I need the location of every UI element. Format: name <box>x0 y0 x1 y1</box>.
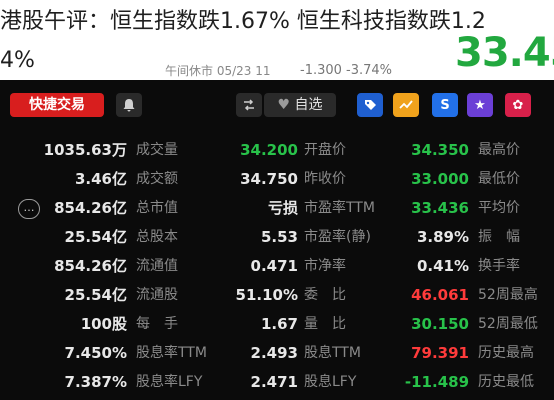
left-stat-value: 854.26亿 <box>54 257 127 275</box>
middle-stat-value: 5.53 <box>260 228 298 246</box>
middle-stat-value: 2.471 <box>250 373 298 391</box>
middle-stat-label: 昨收价 <box>304 171 346 187</box>
right-stat-value: 79.391 <box>411 344 469 362</box>
add-watchlist-button[interactable]: ♥ 自选 <box>264 93 336 117</box>
left-stat-value: 1035.63万 <box>43 141 127 159</box>
change-readout: -1.300 -3.74% <box>300 63 393 78</box>
right-stat-label: 最高价 <box>478 142 520 158</box>
stats-row: 25.54亿 总股本 5.53 市盈率(静) 3.89% 振 幅 <box>0 223 554 252</box>
right-stat-label: 52周最低 <box>478 316 538 332</box>
right-stat-value: 33.436 <box>411 199 469 217</box>
left-stat-value: 7.450% <box>64 344 127 362</box>
middle-stat-value: 1.67 <box>260 315 298 333</box>
right-stat-label: 52周最高 <box>478 287 538 303</box>
right-stat-label: 平均价 <box>478 200 520 216</box>
heart-icon: ♥ <box>277 97 291 113</box>
middle-stat-label: 市净率 <box>304 258 346 274</box>
stats-row: 25.54亿 流通股 51.10% 委 比 46.061 52周最高 <box>0 281 554 310</box>
middle-stat-value: 2.493 <box>250 344 298 362</box>
left-stat-value: 3.46亿 <box>74 170 127 188</box>
star-icon[interactable]: ★ <box>467 93 493 117</box>
left-stat-label: 股息率TTM <box>136 345 207 361</box>
right-stat-value: 34.350 <box>411 141 469 159</box>
left-stat-label: 成交量 <box>136 142 178 158</box>
headline-line-2: 4% <box>0 48 35 73</box>
right-stat-label: 换手率 <box>478 258 520 274</box>
stats-row: 100股每 手 1.67 量 比 30.150 52周最低 <box>0 310 554 339</box>
left-stat-value: 25.54亿 <box>64 228 127 246</box>
stats-row: 7.450% 股息率TTM 2.493 股息TTM 79.391 历史最高 <box>0 339 554 368</box>
headline-line-1: 港股午评：恒生指数跌1.67% 恒生科技指数跌1.2 <box>0 9 486 34</box>
trend-icon[interactable] <box>393 93 419 117</box>
bell-icon[interactable] <box>116 93 142 117</box>
right-stat-label: 最低价 <box>478 171 520 187</box>
flower-icon[interactable]: ✿ <box>505 93 531 117</box>
middle-stat-label: 开盘价 <box>304 142 346 158</box>
stats-row: 7.387% 股息率LFY 2.471 股息LFY -11.489 历史最低 <box>0 368 554 397</box>
left-stat-label: 流通股 <box>136 287 178 303</box>
right-stat-value: 33.000 <box>411 170 469 188</box>
left-stat-label: 股息率LFY <box>136 374 203 390</box>
stats-row: 1035.63万 成交量 34.200 开盘价 34.350 最高价 <box>0 136 554 165</box>
left-stat-value: 25.54亿 <box>64 286 127 304</box>
toolbar: 快捷交易 ♥ 自选 S ★ ✿ <box>0 80 554 130</box>
left-stat-label: 流通值 <box>136 258 178 274</box>
middle-stat-label: 市盈率(静) <box>304 229 371 245</box>
stats-row: 3.46亿 成交额 34.750 昨收价 33.000 最低价 <box>0 165 554 194</box>
left-stat-label: 总市值 <box>136 200 178 216</box>
stats-row: 854.26亿 流通值 0.471 市净率 0.41% 换手率 <box>0 252 554 281</box>
middle-stat-value: 34.200 <box>240 141 298 159</box>
quick-trade-button[interactable]: 快捷交易 <box>10 93 104 117</box>
left-stat-label: 每 手 <box>136 316 178 332</box>
middle-stat-label: 量 比 <box>304 316 346 332</box>
left-stat-value: 100股 <box>80 315 127 333</box>
middle-stat-label: 股息TTM <box>304 345 361 361</box>
left-stat-value: 7.387% <box>64 373 127 391</box>
swap-icon[interactable] <box>236 93 262 117</box>
stats-row: 854.26亿 总市值 亏损 市盈率TTM 33.436 平均价… <box>0 194 554 223</box>
middle-stat-label: 委 比 <box>304 287 346 303</box>
middle-stat-value: 0.471 <box>250 257 298 275</box>
stock-quote-panel: 快捷交易 ♥ 自选 S ★ ✿ 1035.63万 成交量 34.200 开盘价 34.3… <box>0 80 554 400</box>
left-stat-label: 总股本 <box>136 229 178 245</box>
s-icon[interactable]: S <box>432 93 458 117</box>
right-stat-label: 历史最低 <box>478 374 534 390</box>
market-status: 午间休市 05/23 11 <box>165 64 271 78</box>
right-stat-value: 46.061 <box>411 286 469 304</box>
news-headline: 港股午评：恒生指数跌1.67% 恒生科技指数跌1.2 4% 33.450 -1.… <box>0 0 554 80</box>
right-stat-value: 0.41% <box>416 257 469 275</box>
middle-stat-label: 股息LFY <box>304 374 357 390</box>
left-stat-label: 成交额 <box>136 171 178 187</box>
right-stat-value: 3.89% <box>416 228 469 246</box>
right-stat-value: -11.489 <box>404 373 469 391</box>
more-options-icon[interactable]: … <box>18 199 40 219</box>
right-stat-label: 振 幅 <box>478 229 520 245</box>
right-stat-value: 30.150 <box>411 315 469 333</box>
middle-stat-value: 亏损 <box>267 199 298 217</box>
tag-icon[interactable] <box>357 93 383 117</box>
middle-stat-label: 市盈率TTM <box>304 200 375 216</box>
right-stat-label: 历史最高 <box>478 345 534 361</box>
middle-stat-value: 51.10% <box>235 286 298 304</box>
middle-stat-value: 34.750 <box>240 170 298 188</box>
watchlist-label: 自选 <box>294 97 323 113</box>
